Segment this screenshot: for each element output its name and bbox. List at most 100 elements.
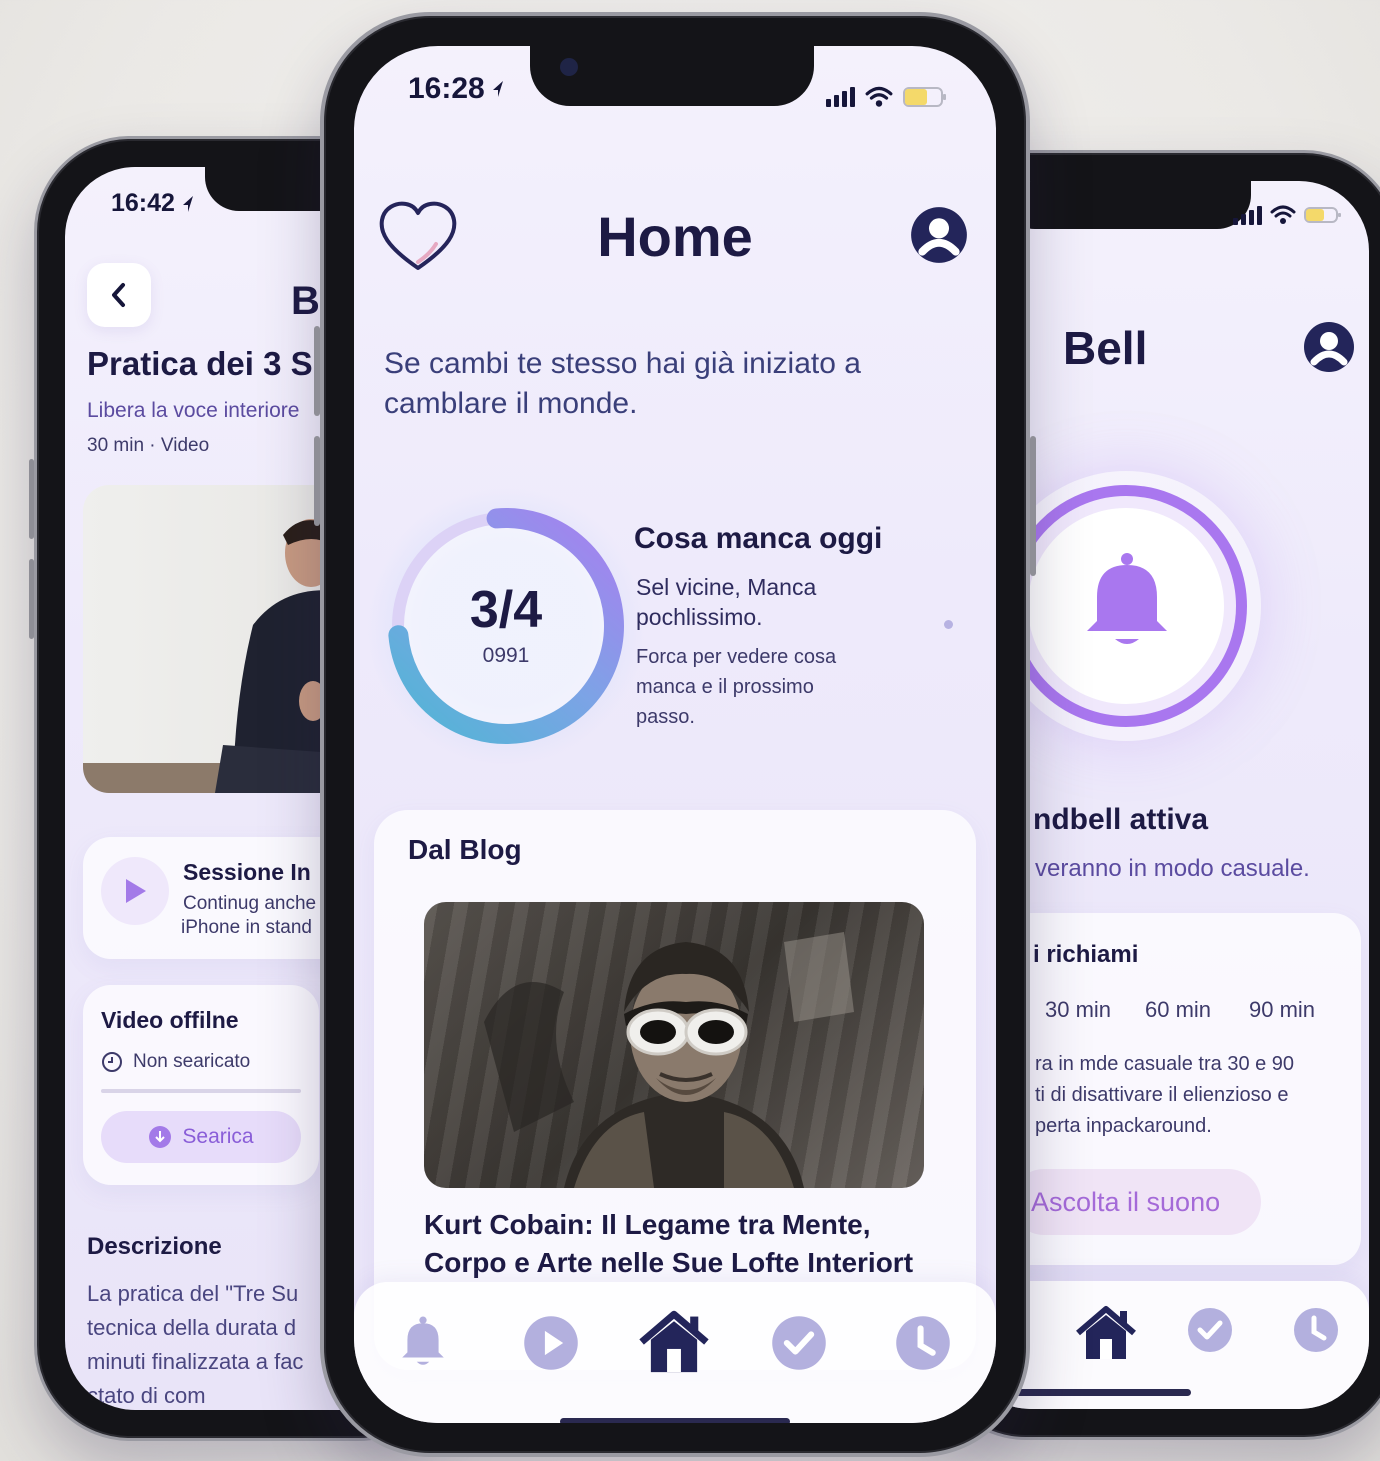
today-title: Cosa manca oggi <box>634 522 883 555</box>
reminders-title: i richiami <box>1033 941 1139 968</box>
listen-sound-button[interactable]: Ascolta il suono <box>1011 1169 1261 1235</box>
home-indicator <box>560 1418 790 1423</box>
quote-line: Se cambi te stesso hai già iniziato a <box>384 347 861 380</box>
progress-label: 3/4 <box>469 581 543 639</box>
check-icon <box>1188 1308 1232 1352</box>
active-subtitle: veranno in modo casuale. <box>1035 855 1310 882</box>
status-time: 16:42 <box>111 189 175 217</box>
blog-article-title[interactable]: Kurt Cobain: Il Legame tra Mente, Corpo … <box>424 1206 913 1282</box>
home-icon <box>1076 1306 1136 1359</box>
offline-card: Video offilne Non searicato Searica <box>83 985 319 1185</box>
status-bar-right <box>826 86 946 108</box>
download-button[interactable]: Searica <box>101 1111 301 1163</box>
home-icon <box>639 1310 709 1373</box>
header-title: B <box>291 279 320 323</box>
status-bar-left: 16:28 <box>408 72 505 106</box>
description-line: ctato di com <box>87 1383 206 1408</box>
blog-title-line: Corpo e Arte nelle Sue Lofte Interiort <box>424 1247 914 1278</box>
session-line1: Continug anche <box>183 893 317 914</box>
practice-title: Pratica dei 3 S <box>87 345 313 382</box>
location-arrow-icon <box>492 81 503 97</box>
nav-home[interactable] <box>1071 1301 1141 1365</box>
status-bar: 16:42 <box>111 189 195 218</box>
volume-up-button <box>314 326 320 416</box>
notch <box>1001 181 1251 229</box>
nav-checklist[interactable] <box>1185 1305 1235 1355</box>
quote: Se cambi te stesso hai già iniziato a ca… <box>384 344 861 424</box>
notch <box>530 46 814 106</box>
blog-title-line: Kurt Cobain: Il Legame tra Mente, <box>424 1209 871 1240</box>
profile-icon[interactable] <box>1303 321 1355 373</box>
reminders-desc: ra in mde casuale tra 30 e 90 ti di disa… <box>1035 1049 1294 1142</box>
download-label: Searica <box>182 1125 254 1148</box>
today-line: Sel vicine, Manca <box>636 574 817 600</box>
nav-history[interactable] <box>1291 1305 1341 1355</box>
nav-history[interactable] <box>890 1310 956 1376</box>
volume-down-button <box>29 559 34 639</box>
bell-icon <box>1087 553 1167 644</box>
quote-line: camblare il monde. <box>384 387 638 420</box>
description-title: Descrizione <box>87 1233 222 1260</box>
today-hint-line: Forca per vedere cosa <box>636 646 837 668</box>
check-icon <box>772 1316 826 1370</box>
description-line: minuti finalizzata a fac <box>87 1349 304 1374</box>
nav-checklist[interactable] <box>766 1310 832 1376</box>
download-icon <box>149 1126 172 1148</box>
offline-status: Non searicato <box>133 1051 251 1072</box>
play-icon <box>126 879 146 903</box>
description-line: La pratica del "Tre Su <box>87 1281 299 1306</box>
option-30[interactable]: 30 min <box>1045 997 1111 1023</box>
volume-down-button <box>314 436 320 526</box>
phone-center: 16:28 Home Se cambi te stesso hai già in… <box>314 12 1036 1457</box>
reminders-desc-line: ra in mde casuale tra 30 e 90 <box>1035 1053 1295 1075</box>
practice-meta: 30 min · Video <box>87 435 210 456</box>
bell-icon <box>402 1316 444 1365</box>
clock-icon <box>102 1052 122 1072</box>
volume-up-button <box>29 459 34 539</box>
profile-icon[interactable] <box>910 206 968 264</box>
wifi-icon <box>1270 205 1296 224</box>
description-text: La pratica del "Tre Su tecnica della dur… <box>87 1277 303 1410</box>
nav-home[interactable] <box>634 1302 714 1382</box>
download-progress <box>101 1089 301 1093</box>
progress-ring[interactable]: 3/4 0991 <box>366 486 646 766</box>
play-circle-icon <box>524 1316 578 1370</box>
today-hint-line: manca e il prossimo <box>636 676 814 698</box>
progress-sub: 0991 <box>482 644 530 667</box>
clock-icon <box>896 1316 950 1370</box>
description-line: tecnica della durata d <box>87 1315 297 1340</box>
option-90[interactable]: 90 min <box>1249 997 1315 1023</box>
option-60[interactable]: 60 min <box>1145 997 1211 1023</box>
location-arrow-icon <box>182 195 193 212</box>
reminders-desc-line: perta inpackaround. <box>1035 1115 1212 1137</box>
center-screen: 16:28 Home Se cambi te stesso hai già in… <box>354 46 996 1423</box>
practice-subtitle: Libera la voce interiore <box>87 399 300 422</box>
play-button[interactable] <box>101 857 169 925</box>
blog-image[interactable] <box>424 902 924 1188</box>
session-title: Sessione In <box>183 859 311 885</box>
status-time: 16:28 <box>408 72 485 105</box>
blog-heading: Dal Blog <box>408 834 522 865</box>
status-bar <box>1233 205 1341 225</box>
page-title: Home <box>597 205 753 268</box>
camera <box>560 58 578 76</box>
nav-play[interactable] <box>518 1310 584 1376</box>
reminders-card: i richiami 30 min 60 min 90 min ra in md… <box>1001 913 1361 1265</box>
offline-title: Video offilne <box>101 1007 239 1033</box>
home-indicator <box>1001 1389 1191 1396</box>
page-dot <box>944 620 953 629</box>
signal-icon <box>1233 205 1262 225</box>
back-button[interactable] <box>87 263 151 327</box>
reminders-desc-line: ti di disattivare il elienzioso e <box>1035 1084 1289 1106</box>
wifi-icon <box>865 86 893 107</box>
today-line: pochlissimo. <box>636 604 763 630</box>
bottom-nav <box>354 1282 996 1423</box>
portrait-illustration <box>484 932 854 1188</box>
battery-icon <box>903 87 946 107</box>
today-hint: Forca per vedere cosa manca e il prossim… <box>636 642 836 732</box>
listen-sound-label: Ascolta il suono <box>1031 1186 1221 1217</box>
power-button <box>1030 436 1036 576</box>
chevron-left-icon <box>112 283 125 307</box>
today-hint-line: passo. <box>636 706 695 728</box>
nav-bell[interactable] <box>390 1310 456 1376</box>
